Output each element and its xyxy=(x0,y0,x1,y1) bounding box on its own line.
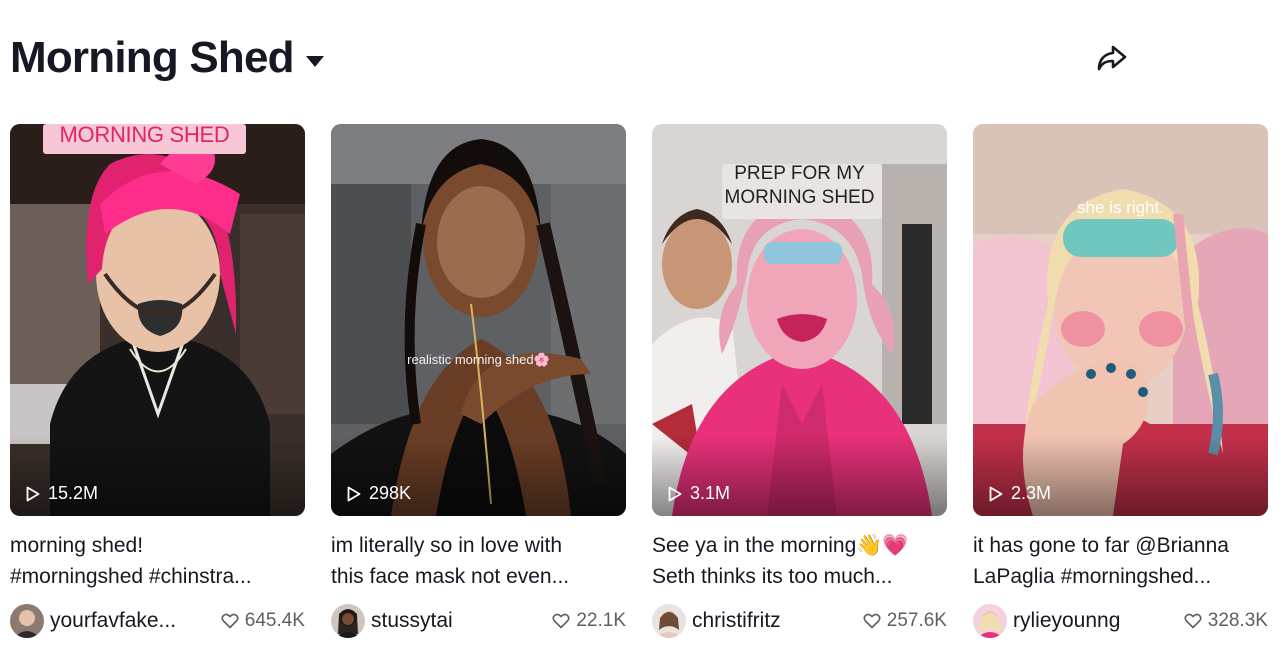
avatar xyxy=(652,604,686,638)
caption-line: im literally so in love with xyxy=(331,534,563,557)
playlist-header: Morning Shed xyxy=(10,30,324,86)
video-card: she is right. 2.3M it has gone to far @B… xyxy=(973,124,1268,638)
overlay-label: realistic morning shed🌸 xyxy=(407,352,550,367)
overlay-label: MORNING SHED xyxy=(59,124,230,147)
share-arrow-icon xyxy=(1097,45,1127,71)
video-caption[interactable]: im literally so in love with this face m… xyxy=(331,530,626,592)
overlay-label: she is right. xyxy=(1077,198,1164,217)
page-title: Morning Shed xyxy=(10,33,295,82)
view-count: 298K xyxy=(347,483,411,504)
like-count-text: 645.4K xyxy=(244,610,305,631)
view-count: 15.2M xyxy=(26,483,98,504)
play-outline-icon xyxy=(347,486,361,501)
video-thumbnail[interactable]: MORNING SHED 15.2M xyxy=(10,124,305,516)
like-count-text: 257.6K xyxy=(886,610,947,631)
video-card: MORNING SHED 15.2M morning shed! #mornin… xyxy=(10,124,305,638)
heart-outline-icon xyxy=(552,613,570,629)
video-thumbnail[interactable]: PREP FOR MY MORNING SHED 3.1M xyxy=(652,124,947,516)
thumbnail-shade xyxy=(331,436,626,516)
caption-line: LaPaglia #morningshed... xyxy=(973,565,1212,588)
video-caption[interactable]: See ya in the morning👋💗 Seth thinks its … xyxy=(652,530,947,592)
view-count: 2.3M xyxy=(989,483,1051,504)
like-count: 22.1K xyxy=(552,610,626,632)
view-count-text: 2.3M xyxy=(1011,483,1052,503)
video-caption[interactable]: morning shed! #morningshed #chinstra... xyxy=(10,530,305,592)
overlay-line: PREP FOR MY xyxy=(734,163,865,184)
video-card: PREP FOR MY MORNING SHED 3.1M See ya in … xyxy=(652,124,947,638)
heart-outline-icon xyxy=(1184,613,1202,629)
view-count-text: 3.1M xyxy=(690,483,731,503)
overlay-line: MORNING SHED xyxy=(724,187,875,208)
caret-down-icon[interactable] xyxy=(305,55,324,67)
play-outline-icon xyxy=(668,486,682,501)
video-thumbnail[interactable]: realistic morning shed🌸 298K xyxy=(331,124,626,516)
author-link[interactable]: christifritz xyxy=(652,604,781,638)
caption-line: Seth thinks its too much... xyxy=(652,565,893,588)
share-button[interactable] xyxy=(1092,38,1132,78)
caption-line: #morningshed #chinstra... xyxy=(10,565,252,588)
overlay-label: PREP FOR MY MORNING SHED xyxy=(652,162,947,210)
author-link[interactable]: rylieyounng xyxy=(973,604,1120,638)
video-meta: rylieyounng 328.3K xyxy=(973,604,1268,638)
view-count: 3.1M xyxy=(668,483,730,504)
avatar xyxy=(331,604,365,638)
caption-line: morning shed! xyxy=(10,534,144,557)
like-count: 645.4K xyxy=(221,610,305,632)
video-grid: MORNING SHED 15.2M morning shed! #mornin… xyxy=(10,124,1270,638)
view-count-text: 15.2M xyxy=(48,483,99,503)
like-count: 257.6K xyxy=(863,610,947,632)
author-name: stussytai xyxy=(371,609,453,632)
video-thumbnail[interactable]: she is right. 2.3M xyxy=(973,124,1268,516)
play-outline-icon xyxy=(989,486,1003,501)
author-name: rylieyounng xyxy=(1013,609,1121,632)
author-name: yourfavfake... xyxy=(50,609,177,632)
heart-outline-icon xyxy=(863,613,881,629)
video-caption[interactable]: it has gone to far @Brianna LaPaglia #mo… xyxy=(973,530,1268,592)
like-count-text: 22.1K xyxy=(576,610,626,631)
play-outline-icon xyxy=(26,486,40,501)
thumbnail-shade xyxy=(652,436,947,516)
avatar xyxy=(10,604,44,638)
caption-line: it has gone to far @Brianna xyxy=(973,534,1229,557)
video-meta: christifritz 257.6K xyxy=(652,604,947,638)
author-link[interactable]: yourfavfake... xyxy=(10,604,176,638)
thumbnail-shade xyxy=(973,436,1268,516)
view-count-text: 298K xyxy=(369,483,412,503)
thumbnail-shade xyxy=(10,436,305,516)
video-card: realistic morning shed🌸 298K im literall… xyxy=(331,124,626,638)
like-count-text: 328.3K xyxy=(1207,610,1268,631)
video-meta: stussytai 22.1K xyxy=(331,604,626,638)
author-name: christifritz xyxy=(692,609,781,632)
caption-line: See ya in the morning👋💗 xyxy=(652,534,909,557)
caption-line: this face mask not even... xyxy=(331,565,570,588)
video-meta: yourfavfake... 645.4K xyxy=(10,604,305,638)
author-link[interactable]: stussytai xyxy=(331,604,453,638)
like-count: 328.3K xyxy=(1184,610,1268,632)
avatar xyxy=(973,604,1007,638)
heart-outline-icon xyxy=(221,613,239,629)
